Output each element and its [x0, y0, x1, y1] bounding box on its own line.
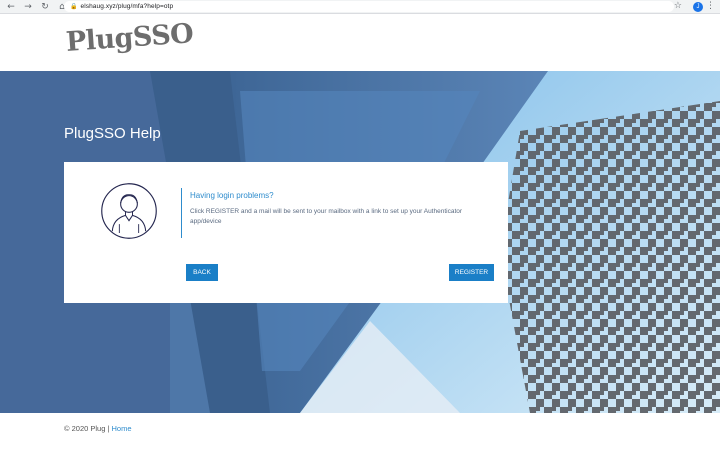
card-divider — [181, 188, 182, 238]
plugsso-logo[interactable]: PlugSSO — [65, 18, 194, 58]
site-footer: © 2020 Plug | Home — [64, 424, 132, 433]
browser-toolbar: ← → ↻ ⌂ 🔒 elshaug.xyz/plug/mfa?help=otp … — [0, 0, 720, 14]
forward-arrow-icon[interactable]: → — [22, 1, 34, 13]
site-header: PlugSSO — [0, 15, 720, 71]
lock-icon: 🔒 — [70, 3, 78, 10]
reload-icon[interactable]: ↻ — [39, 1, 51, 13]
back-button[interactable]: BACK — [186, 264, 218, 281]
profile-avatar[interactable]: J — [693, 2, 703, 12]
browser-menu-icon[interactable]: ⋮ — [706, 1, 715, 11]
help-card: Having login problems? Click REGISTER an… — [64, 162, 508, 303]
address-bar[interactable]: 🔒 elshaug.xyz/plug/mfa?help=otp — [64, 1, 674, 12]
back-arrow-icon[interactable]: ← — [5, 1, 17, 13]
user-avatar-icon — [101, 183, 157, 239]
hero-banner: PlugSSO Help Having login problems? Clic… — [0, 71, 720, 413]
bookmark-star-icon[interactable]: ☆ — [674, 1, 682, 11]
url-text: elshaug.xyz/plug/mfa?help=otp — [80, 3, 174, 10]
help-message: Click REGISTER and a mail will be sent t… — [190, 208, 463, 225]
help-title: Having login problems? — [190, 191, 274, 200]
register-button[interactable]: REGISTER — [449, 264, 494, 281]
home-link[interactable]: Home — [112, 424, 132, 433]
page-title: PlugSSO Help — [64, 125, 161, 142]
copyright-text: © 2020 Plug | — [64, 424, 110, 433]
